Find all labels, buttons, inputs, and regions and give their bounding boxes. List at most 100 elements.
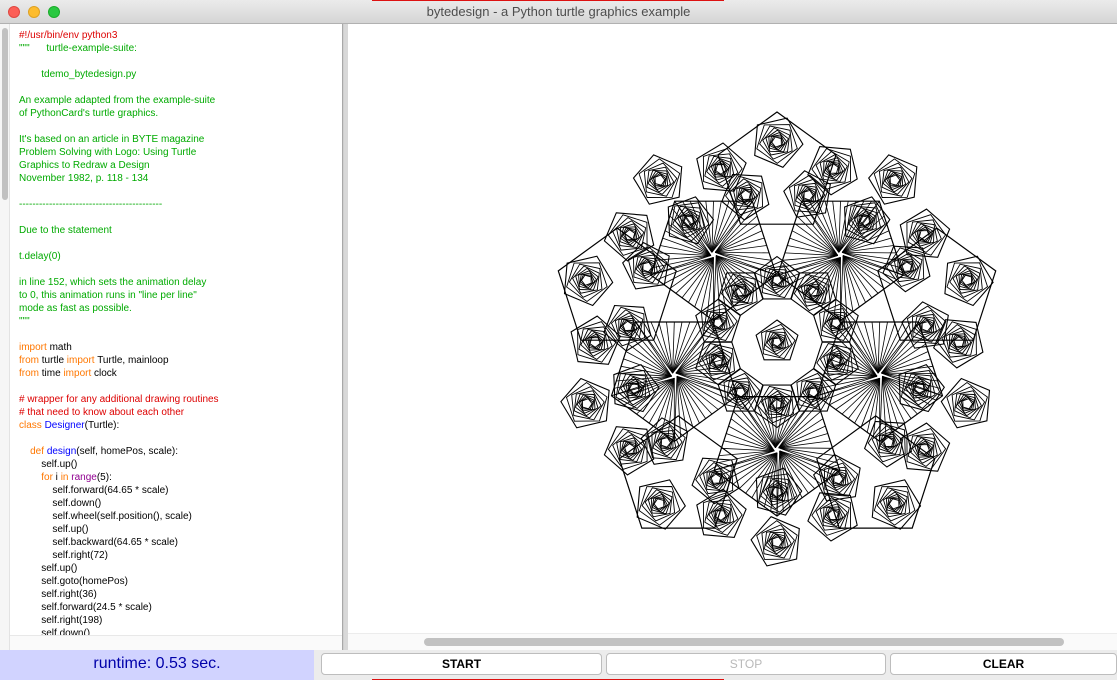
code-token: November 1982, p. 118 - 134	[19, 173, 149, 184]
code-line: self.down()	[19, 498, 101, 509]
code-token: self.right(72)	[19, 550, 108, 561]
code-token: turtle	[39, 355, 67, 366]
code-line: of PythonCard's turtle graphics.	[19, 108, 158, 119]
code-line: self.right(36)	[19, 589, 97, 600]
code-token: It's based on an article in BYTE magazin…	[19, 134, 205, 145]
code-line: self.wheel(self.position(), scale)	[19, 511, 192, 522]
turtle-stroke	[778, 433, 828, 449]
turtle-stroke	[715, 237, 765, 253]
code-token: for	[41, 472, 53, 483]
code-line: Graphics to Redraw a Design	[19, 160, 150, 171]
turtle-canvas-pane[interactable]	[343, 24, 1117, 650]
code-line: self.right(72)	[19, 550, 108, 561]
code-token: to 0, this animation runs in "line per l…	[19, 290, 197, 301]
title-bar-accent	[372, 0, 724, 1]
code-line: ----------------------------------------…	[19, 199, 162, 210]
code-line: self.forward(64.65 * scale)	[19, 485, 168, 496]
code-token: self.wheel(self.position(), scale)	[19, 511, 192, 522]
start-button[interactable]: START	[321, 653, 602, 675]
code-token: self.goto(homePos)	[19, 576, 128, 587]
code-line: tdemo_bytedesign.py	[19, 69, 136, 80]
code-token: from	[19, 368, 39, 379]
code-line: self.up()	[19, 524, 88, 535]
code-token: in line 152, which sets the animation de…	[19, 277, 207, 288]
code-token: Due to the statement	[19, 225, 112, 236]
code-token: (Turtle):	[84, 420, 120, 431]
turtle-drawing	[557, 111, 997, 567]
code-token: clock	[91, 368, 117, 379]
code-token: self.right(36)	[19, 589, 97, 600]
code-vertical-scrollbar[interactable]	[0, 24, 10, 650]
code-line: self.up()	[19, 563, 77, 574]
code-token: self.up()	[19, 524, 89, 535]
code-line: from time import clock	[19, 368, 117, 379]
window-title: bytedesign - a Python turtle graphics ex…	[426, 4, 691, 19]
code-token: self.right(198)	[19, 615, 103, 626]
code-line: # wrapper for any additional drawing rou…	[19, 394, 219, 405]
code-token: import	[63, 368, 92, 379]
code-token: mode as fast as possible.	[19, 303, 132, 314]
code-line: self.forward(24.5 * scale)	[19, 602, 152, 613]
code-token: range	[71, 472, 97, 483]
code-token: #!/usr/bin/env python3	[19, 30, 118, 41]
code-token: (5):	[96, 472, 112, 483]
code-line: November 1982, p. 118 - 134	[19, 173, 148, 184]
code-horizontal-scrollbar[interactable]	[10, 635, 342, 650]
code-token: i	[52, 472, 61, 483]
code-line: for i in range(5):	[19, 472, 112, 483]
code-token: """ turtle-example-suite:	[19, 43, 137, 54]
code-line: # that need to know about each other	[19, 407, 184, 418]
code-line: in line 152, which sets the animation de…	[19, 277, 206, 288]
code-line: class Designer(Turtle):	[19, 420, 119, 431]
code-token: Problem Solving with Logo: Using Turtle	[19, 147, 197, 158]
code-token: (self, homePos, scale):	[76, 446, 178, 457]
code-line: It's based on an article in BYTE magazin…	[19, 134, 204, 145]
code-token: t.delay(0)	[19, 251, 61, 262]
code-token: class	[19, 420, 42, 431]
code-token: # that need to know about each other	[19, 407, 185, 418]
code-token: from	[19, 355, 39, 366]
canvas-scrollbar-thumb[interactable]	[424, 638, 1064, 646]
code-token: ----------------------------------------…	[19, 199, 163, 210]
code-line: Due to the statement	[19, 225, 112, 236]
canvas-horizontal-scrollbar[interactable]	[348, 633, 1117, 650]
code-token: design	[46, 446, 77, 457]
code-token: of PythonCard's turtle graphics.	[19, 108, 159, 119]
turtle-stroke	[842, 252, 897, 254]
code-token: # wrapper for any additional drawing rou…	[19, 394, 219, 405]
code-token: self.up()	[19, 563, 78, 574]
code-line: mode as fast as possible.	[19, 303, 132, 314]
clear-button[interactable]: CLEAR	[890, 653, 1117, 675]
code-scrollbar-thumb[interactable]	[2, 28, 8, 200]
code-token: self.forward(24.5 * scale)	[19, 602, 152, 613]
code-token: time	[39, 368, 64, 379]
code-line: to 0, this animation runs in "line per l…	[19, 290, 197, 301]
code-line: Problem Solving with Logo: Using Turtle	[19, 147, 196, 158]
turtle-stroke	[715, 252, 770, 254]
code-token: def	[30, 446, 45, 457]
code-token: self.up()	[19, 459, 78, 470]
code-line: import math	[19, 342, 72, 353]
code-line: An example adapted from the example-suit…	[19, 95, 215, 106]
source-code-pane[interactable]: #!/usr/bin/env python3 """ turtle-exampl…	[0, 24, 343, 650]
code-token: self.backward(64.65 * scale)	[19, 537, 178, 548]
code-line: def design(self, homePos, scale):	[19, 446, 178, 457]
code-line: from turtle import Turtle, mainloop	[19, 355, 169, 366]
code-line: self.goto(homePos)	[19, 576, 128, 587]
turtle-stroke	[778, 447, 833, 449]
code-token: """	[19, 316, 30, 327]
code-token: Designer	[44, 420, 85, 431]
code-line: t.delay(0)	[19, 251, 61, 262]
code-token: An example adapted from the example-suit…	[19, 95, 216, 106]
code-token: Graphics to Redraw a Design	[19, 160, 150, 171]
code-line: """ turtle-example-suite:	[19, 43, 137, 54]
code-token: tdemo_bytedesign.py	[19, 69, 137, 80]
source-code-text[interactable]: #!/usr/bin/env python3 """ turtle-exampl…	[19, 29, 219, 640]
code-token: self.down()	[19, 498, 102, 509]
code-line: self.backward(64.65 * scale)	[19, 537, 178, 548]
title-bar: bytedesign - a Python turtle graphics ex…	[0, 0, 1117, 24]
code-token: math	[46, 342, 72, 353]
stop-button[interactable]: STOP	[606, 653, 886, 675]
